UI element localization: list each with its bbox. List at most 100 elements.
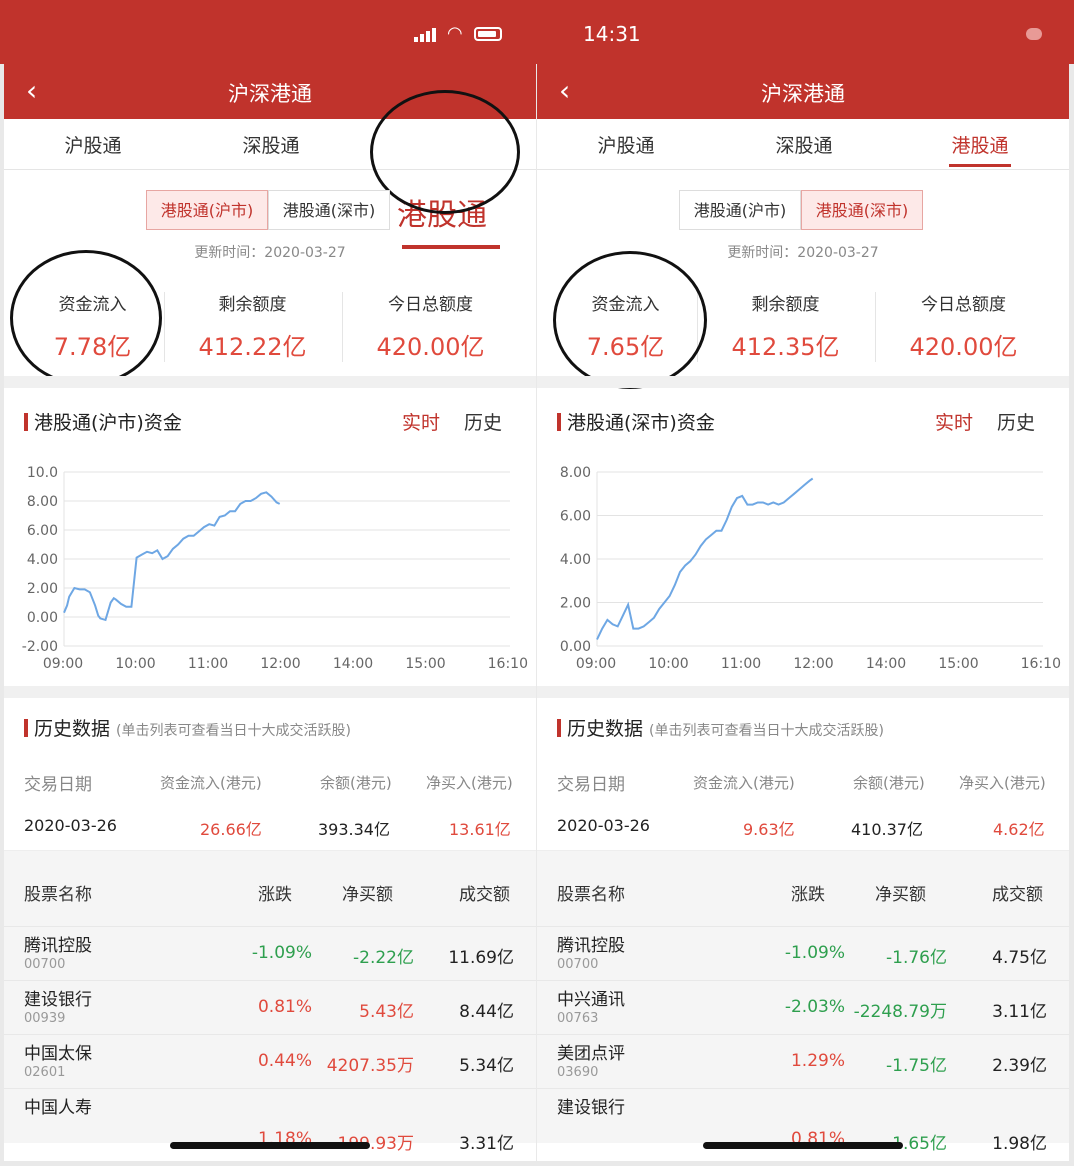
section-gap [4, 686, 536, 698]
stock-change: -2.03% [784, 997, 845, 1017]
stock-row[interactable]: 建设银行 00939 0.81% 5.43亿 8.44亿 [4, 980, 536, 1035]
history-link[interactable]: 历史 [464, 408, 502, 435]
history-link[interactable]: 历史 [997, 408, 1035, 435]
y-tick-label: 8.00 [27, 494, 58, 510]
tab-hk-connect[interactable]: 港股通 [891, 131, 1069, 158]
stock-row[interactable]: 腾讯控股 00700 -1.09% -2.22亿 11.69亿 [4, 926, 536, 981]
col-header-balance: 余额(港元) [853, 774, 925, 792]
x-tick-label: 11:00 [188, 656, 228, 672]
stock-name: 中兴通讯 [557, 990, 625, 1010]
col-header-date: 交易日期 [557, 775, 625, 795]
tab-sz-connect[interactable]: 深股通 [182, 131, 360, 158]
stock-turnover: 11.69亿 [448, 948, 514, 968]
home-indicator[interactable] [170, 1142, 370, 1149]
segment-shenzhen[interactable]: 港股通(深市) [268, 190, 390, 230]
stat-remaining-quota: 剩余额度 412.35亿 [697, 290, 874, 362]
stock-change: -1.09% [784, 943, 845, 963]
col-header-turnover: 成交额 [459, 885, 510, 905]
stock-row[interactable]: 美团点评 03690 1.29% -1.75亿 2.39亿 [537, 1034, 1069, 1089]
stock-code: 00700 [24, 957, 66, 972]
col-header-inflow: 资金流入(港元) [160, 774, 262, 792]
signal-icon [414, 28, 438, 42]
stat-label: 剩余额度 [218, 295, 287, 315]
history-balance: 393.34亿 [318, 820, 390, 839]
stock-net: -2.22亿 [353, 948, 414, 968]
stock-table-header: 股票名称 涨跌 净买额 成交额 [537, 850, 1069, 927]
fund-flow-chart: 8.00 6.00 4.00 2.00 0.00 09:00 10:00 11:00 12:00… [537, 454, 1069, 679]
stock-name: 中国太保 [24, 1044, 92, 1064]
page-title: 沪深港通 [761, 82, 845, 106]
stock-name: 美团点评 [557, 1044, 625, 1064]
stock-code: 02601 [24, 1065, 66, 1080]
segment-shenzhen[interactable]: 港股通(深市) [801, 190, 923, 230]
history-section-title: 历史数据 (单击列表可查看当日十大成交活跃股) [557, 714, 884, 741]
stock-code: 00700 [557, 957, 599, 972]
tab-sh-connect[interactable]: 沪股通 [4, 131, 182, 158]
tab-sh-connect[interactable]: 沪股通 [537, 131, 715, 158]
stock-change: 0.44% [257, 1051, 312, 1071]
x-tick-label: 11:00 [721, 656, 761, 672]
stock-table-header: 股票名称 涨跌 净买额 成交额 [4, 850, 536, 927]
col-header-stock-name: 股票名称 [24, 885, 92, 905]
history-balance: 410.37亿 [851, 820, 923, 839]
y-tick-label: 4.00 [560, 552, 591, 568]
stock-turnover: 3.31亿 [459, 1134, 514, 1154]
annotation-circle [553, 251, 707, 389]
col-header-change: 涨跌 [791, 885, 825, 905]
x-tick-label: 15:00 [405, 656, 445, 672]
y-tick-label: 6.00 [560, 509, 591, 525]
y-tick-label: 2.00 [27, 581, 58, 597]
y-tick-label: -2.00 [22, 639, 58, 655]
stock-row[interactable]: 中国太保 02601 0.44% 4207.35万 5.34亿 [4, 1034, 536, 1089]
stat-label: 今日总额度 [921, 295, 1006, 315]
stock-net: -1.76亿 [886, 948, 947, 968]
x-tick-label: 16:10 [1021, 656, 1061, 672]
stock-name: 腾讯控股 [557, 936, 625, 956]
x-tick-label: 14:00 [333, 656, 373, 672]
status-bar: ◠ 14:31 [0, 0, 1074, 64]
panel-hk-connect-shenzhen: ‹ 沪深港通 沪股通 深股通 港股通 港股通(沪市) 港股通(深市) 更新时间：… [537, 64, 1069, 1161]
y-tick-label: 8.00 [560, 465, 591, 481]
y-tick-label: 2.00 [560, 596, 591, 612]
stock-row[interactable]: 腾讯控股 00700 -1.09% -1.76亿 4.75亿 [537, 926, 1069, 981]
stock-code: 03690 [557, 1065, 599, 1080]
realtime-link[interactable]: 实时 [402, 408, 440, 435]
stat-label: 今日总额度 [388, 295, 473, 315]
col-header-net-buy: 净买入(港元) [959, 774, 1046, 792]
tab-bar: 沪股通 深股通 港股通 [537, 119, 1069, 170]
fund-flow-chart: 10.0 8.00 6.00 4.00 2.00 0.00 -2.00 09:00 10:00 1… [4, 454, 536, 679]
stock-row[interactable]: 中国人寿 1.18% 199.93万 3.31亿 [4, 1088, 536, 1154]
col-header-turnover: 成交额 [992, 885, 1043, 905]
stock-row[interactable]: 建设银行 0.81% 1.65亿 1.98亿 [537, 1088, 1069, 1154]
y-tick-label: 0.00 [560, 639, 591, 655]
panel-hk-connect-shanghai: ‹ 沪深港通 沪股通 深股通 港股通 港股通(沪市) 港股通(深市) 更新时间：… [4, 64, 536, 1161]
col-header-stock-name: 股票名称 [557, 885, 625, 905]
y-tick-label: 10.0 [27, 465, 58, 481]
history-date: 2020-03-26 [24, 816, 117, 835]
history-date: 2020-03-26 [557, 816, 650, 835]
col-header-net: 净买额 [875, 885, 926, 905]
battery-icon [474, 27, 502, 41]
segment-shanghai[interactable]: 港股通(沪市) [146, 190, 268, 230]
segment-shanghai[interactable]: 港股通(沪市) [679, 190, 801, 230]
stock-net: -2248.79万 [853, 1002, 947, 1022]
chart-section-title: 港股通(深市)资金 [557, 408, 715, 435]
history-net-buy: 13.61亿 [449, 820, 511, 839]
x-tick-label: 10:00 [648, 656, 688, 672]
section-gap [537, 376, 1069, 388]
realtime-link[interactable]: 实时 [935, 408, 973, 435]
tab-sz-connect[interactable]: 深股通 [715, 131, 893, 158]
market-segment: 港股通(沪市) 港股通(深市) [146, 190, 390, 230]
home-indicator[interactable] [703, 1142, 903, 1149]
stat-total-quota: 今日总额度 420.00亿 [342, 290, 519, 362]
stock-row[interactable]: 中兴通讯 00763 -2.03% -2248.79万 3.11亿 [537, 980, 1069, 1035]
stat-value: 420.00亿 [909, 333, 1018, 361]
stat-label: 剩余额度 [751, 295, 820, 315]
stat-value: 412.22亿 [198, 333, 307, 361]
status-indicator-icon [1026, 28, 1042, 40]
x-tick-label: 10:00 [115, 656, 155, 672]
stock-change: 0.81% [257, 997, 312, 1017]
stock-change: -1.09% [251, 943, 312, 963]
x-tick-label: 14:00 [866, 656, 906, 672]
stat-remaining-quota: 剩余额度 412.22亿 [164, 290, 341, 362]
